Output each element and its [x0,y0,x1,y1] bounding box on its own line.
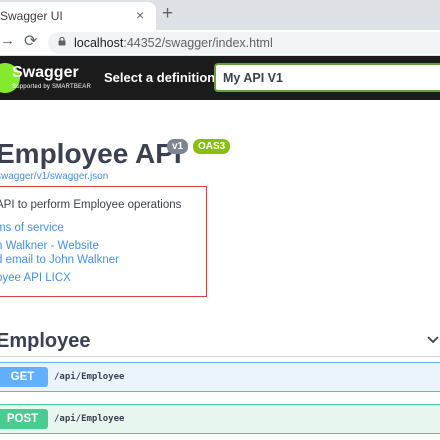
api-description: API to perform Employee operations [0,199,182,211]
method-badge: POST [0,409,48,429]
browser-tab-strip: Swagger UI × + [0,0,440,30]
version-badge: v1 [167,139,189,154]
divider [0,356,440,357]
definition-select-value: My API V1 [223,71,283,85]
operation-post[interactable]: POST /api/Employee [0,404,440,434]
browser-toolbar: → ⟳ localhost:44352/swagger/index.html [0,30,440,56]
new-tab-icon[interactable]: + [162,3,173,25]
reload-icon[interactable]: ⟳ [24,31,37,51]
terms-link[interactable]: ms of service [0,222,64,234]
chevron-down-icon[interactable] [426,333,440,347]
url-host: localhost [74,36,124,50]
url-text: localhost:44352/swagger/index.html [74,36,273,50]
page-title: Employee API [0,138,182,169]
tag-title[interactable]: Employee [0,330,90,353]
logo-text[interactable]: Swagger [12,64,79,82]
forward-arrow-icon[interactable]: → [0,32,15,49]
oas-badge: OAS3 [193,139,231,154]
logo-subtitle: Supported by SMARTBEAR [12,84,91,90]
lock-icon [58,37,66,46]
tab-title: Swagger UI [0,9,63,23]
method-badge: GET [0,367,48,387]
definition-select[interactable]: My API V1 [214,63,440,92]
close-icon[interactable]: × [136,7,144,23]
operation-get[interactable]: GET /api/Employee [0,362,440,392]
address-bar[interactable]: localhost:44352/swagger/index.html [48,32,440,54]
url-path: :44352/swagger/index.html [123,36,273,50]
contact-website-link[interactable]: n Walkner - Website [0,240,99,252]
license-link[interactable]: oyee API LICX [0,272,71,284]
spec-link[interactable]: swagger/v1/swagger.json [0,171,108,182]
definition-label: Select a definition [104,70,216,85]
browser-tab[interactable]: Swagger UI × [0,2,156,30]
operation-path: /api/Employee [54,414,125,424]
contact-email-link[interactable]: d email to John Walkner [0,254,119,266]
swagger-topbar: Swagger Supported by SMARTBEAR Select a … [0,56,440,100]
operation-path: /api/Employee [54,372,125,382]
